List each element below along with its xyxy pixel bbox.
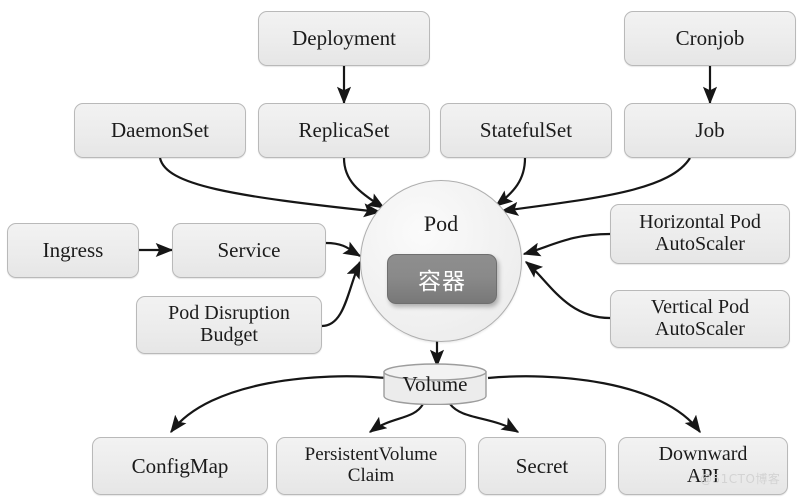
node-job[interactable]: Job <box>624 103 796 158</box>
node-ingress-label: Ingress <box>42 238 104 263</box>
node-pod-disruption-budget[interactable]: Pod Disruption Budget <box>136 296 322 354</box>
edge-pdb-pod <box>321 260 361 328</box>
node-volume[interactable]: Volume <box>383 363 487 405</box>
node-configmap[interactable]: ConfigMap <box>92 437 268 495</box>
node-secret[interactable]: Secret <box>478 437 606 495</box>
edge-volume-secret <box>449 403 520 433</box>
node-secret-label: Secret <box>515 453 569 478</box>
edge-hpa-pod <box>522 232 611 257</box>
edge-vpa-pod <box>524 261 611 320</box>
node-cronjob-label: Cronjob <box>675 26 745 51</box>
edge-volume-pvc <box>368 403 424 433</box>
node-cronjob[interactable]: Cronjob <box>624 11 796 66</box>
node-configmap-label: ConfigMap <box>131 453 229 478</box>
node-vertical-pod-autoscaler[interactable]: Vertical Pod AutoScaler <box>610 290 790 348</box>
node-persistent-volume-claim-label: PersistentVolume Claim <box>304 444 438 486</box>
node-statefulset-label: StatefulSet <box>479 118 573 143</box>
node-pod-label: Pod <box>423 211 459 236</box>
edge-service-pod <box>325 241 362 257</box>
edge-statefulset-pod <box>494 157 527 207</box>
node-vertical-pod-autoscaler-label: Vertical Pod AutoScaler <box>650 296 750 340</box>
node-container-label: 容器 <box>418 269 466 295</box>
node-pod-disruption-budget-label: Pod Disruption Budget <box>168 302 290 346</box>
diagram-canvas: Deployment Cronjob DaemonSet ReplicaSet … <box>0 0 798 500</box>
node-ingress[interactable]: Ingress <box>7 223 139 278</box>
node-daemonset[interactable]: DaemonSet <box>74 103 246 158</box>
edge-daemonset-pod <box>158 157 382 218</box>
node-horizontal-pod-autoscaler-label: Horizontal Pod AutoScaler <box>639 211 761 255</box>
node-container[interactable]: 容器 <box>387 254 497 304</box>
node-deployment-label: Deployment <box>292 26 396 51</box>
edge-volume-configmap <box>170 375 386 434</box>
node-service-label: Service <box>217 238 281 263</box>
node-job-label: Job <box>695 118 725 143</box>
node-persistent-volume-claim[interactable]: PersistentVolume Claim <box>276 437 466 495</box>
node-daemonset-label: DaemonSet <box>111 118 209 143</box>
node-replicaset-label: ReplicaSet <box>298 118 390 143</box>
node-replicaset[interactable]: ReplicaSet <box>258 103 430 158</box>
node-deployment[interactable]: Deployment <box>258 11 430 66</box>
edge-volume-downward-api <box>487 375 701 434</box>
node-pod[interactable]: Pod 容器 <box>360 180 522 342</box>
edge-replicaset-pod <box>342 157 386 209</box>
node-statefulset[interactable]: StatefulSet <box>440 103 612 158</box>
node-volume-label: Volume <box>402 372 468 396</box>
node-horizontal-pod-autoscaler[interactable]: Horizontal Pod AutoScaler <box>610 204 790 264</box>
node-service[interactable]: Service <box>172 223 326 278</box>
watermark: @51CTO博客 <box>700 472 781 486</box>
